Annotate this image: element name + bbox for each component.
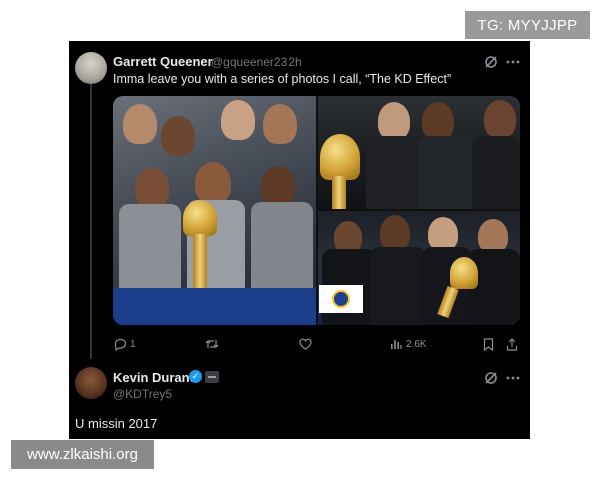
warriors-logo [319,285,363,313]
verified-badge-icon: ✓ [189,370,202,383]
person [478,219,508,253]
champions-shirt [418,136,474,209]
champions-shirt [251,202,313,296]
avatar[interactable] [75,367,107,399]
reply-text: U missin 2017 [75,416,158,431]
like-icon[interactable] [298,337,312,351]
trophy-stem [193,234,207,296]
more-icon[interactable] [505,370,521,386]
trophy [183,200,217,236]
tweet-panel: Garrett Queener @gqueener23 · 2h Imma le… [69,41,530,439]
person [261,166,295,206]
tg-watermark: TG: MYYJJPP [465,11,590,39]
share-icon[interactable] [505,337,519,351]
trophy [450,257,478,289]
person [221,100,255,140]
reply-count: 1 [130,339,136,350]
retweet-icon[interactable] [205,337,219,351]
reply-author-handle[interactable]: @KDTrey5 [113,387,172,401]
photo-team-celebration[interactable] [113,96,316,325]
site-watermark: www.zlkaishi.org [11,440,154,469]
views-count: 2.6K [406,339,427,350]
shorts [113,288,316,325]
avatar[interactable] [75,52,107,84]
person [422,102,454,140]
more-icon[interactable] [505,54,521,70]
person [161,116,195,156]
reply-icon[interactable] [113,337,127,351]
views-icon[interactable] [389,337,403,351]
thread-line [90,83,92,359]
author-handle[interactable]: @gqueener23 [211,55,287,69]
bookmark-icon[interactable] [481,337,495,351]
champions-shirt [119,204,181,294]
champions-shirt [472,136,520,209]
person [378,102,410,140]
tweet-media[interactable] [113,96,520,325]
photo-champions-hats[interactable] [318,211,520,325]
person [135,168,169,208]
tweet-text: Imma leave you with a series of photos I… [113,72,452,86]
person [263,104,297,144]
trophy-stem [332,176,346,209]
champions-shirt [366,136,424,209]
grok-icon[interactable] [483,370,499,386]
trophy [320,134,360,180]
grok-icon[interactable] [483,54,499,70]
champions-shirt [370,247,426,325]
affiliation-badge-icon [205,371,219,383]
person [195,162,231,204]
person [428,217,458,251]
reply-author-name[interactable]: Kevin Durant [113,370,194,385]
author-name[interactable]: Garrett Queener [113,54,213,69]
tweet-time[interactable]: · 2h [281,55,302,69]
person [484,100,516,138]
person [380,215,410,251]
photo-trophy-group[interactable] [318,96,520,209]
person [123,104,157,144]
